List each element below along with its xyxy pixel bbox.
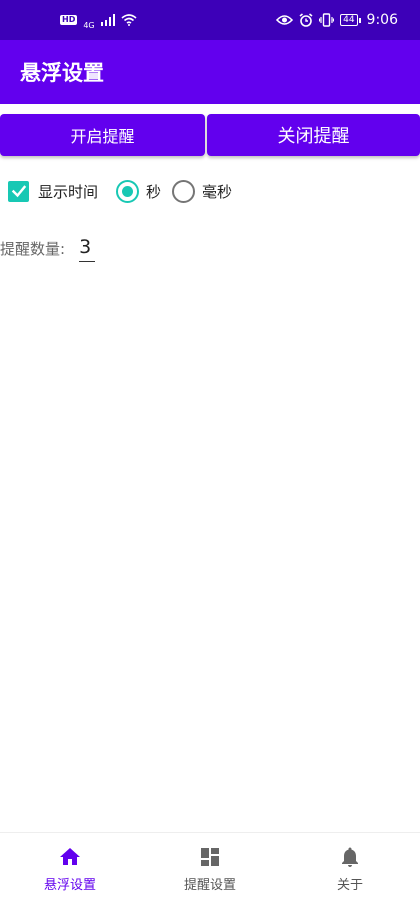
hd-badge: HD [60, 15, 78, 25]
vibrate-icon [319, 13, 335, 27]
nav-item-reminder-settings[interactable]: 提醒设置 [140, 833, 280, 900]
dashboard-icon [201, 848, 219, 866]
reminder-count-row: 提醒数量: [0, 232, 96, 264]
alarm-icon [299, 13, 313, 27]
show-time-checkbox[interactable] [8, 180, 29, 202]
battery-icon: 44 [340, 14, 361, 26]
eye-icon [276, 15, 294, 25]
clock-time: 9:06 [366, 12, 398, 28]
bell-icon [342, 847, 358, 867]
nav-label-reminder-settings: 提醒设置 [183, 878, 236, 893]
status-left: HD 4G [60, 10, 137, 30]
nav-label-float-settings: 悬浮设置 [43, 878, 96, 893]
checkmark-icon [11, 185, 26, 198]
status-bar: HD 4G 44 9:06 [0, 0, 420, 40]
unit-seconds-radio[interactable] [116, 179, 140, 203]
display-options-row: 显示时间 秒 毫秒 [8, 176, 232, 206]
battery-level: 44 [340, 14, 358, 26]
open-reminder-button[interactable]: 开启提醒 [0, 114, 205, 156]
nav-label-about: 关于 [336, 878, 363, 893]
wifi-icon [121, 14, 137, 26]
show-time-label[interactable]: 显示时间 [38, 181, 98, 202]
network-type: 4G [83, 21, 95, 30]
unit-milliseconds-radio[interactable] [172, 179, 196, 203]
page-title: 悬浮设置 [20, 61, 104, 85]
reminder-count-label: 提醒数量: [0, 240, 66, 258]
reminder-count-input[interactable] [79, 232, 96, 262]
home-icon [60, 848, 80, 865]
unit-milliseconds-label[interactable]: 毫秒 [202, 181, 232, 202]
signal-icon [100, 14, 115, 26]
unit-seconds-label[interactable]: 秒 [146, 181, 161, 202]
nav-item-float-settings[interactable]: 悬浮设置 [0, 833, 140, 900]
reminder-button-row: 开启提醒 关闭提醒 [0, 114, 420, 156]
status-right: 44 9:06 [276, 12, 398, 28]
close-reminder-button[interactable]: 关闭提醒 [207, 114, 420, 156]
app-bar: 悬浮设置 [0, 40, 420, 104]
radio-selected-dot [122, 185, 134, 197]
bottom-navigation: 悬浮设置 提醒设置 关于 [0, 832, 420, 900]
nav-item-about[interactable]: 关于 [280, 833, 420, 900]
